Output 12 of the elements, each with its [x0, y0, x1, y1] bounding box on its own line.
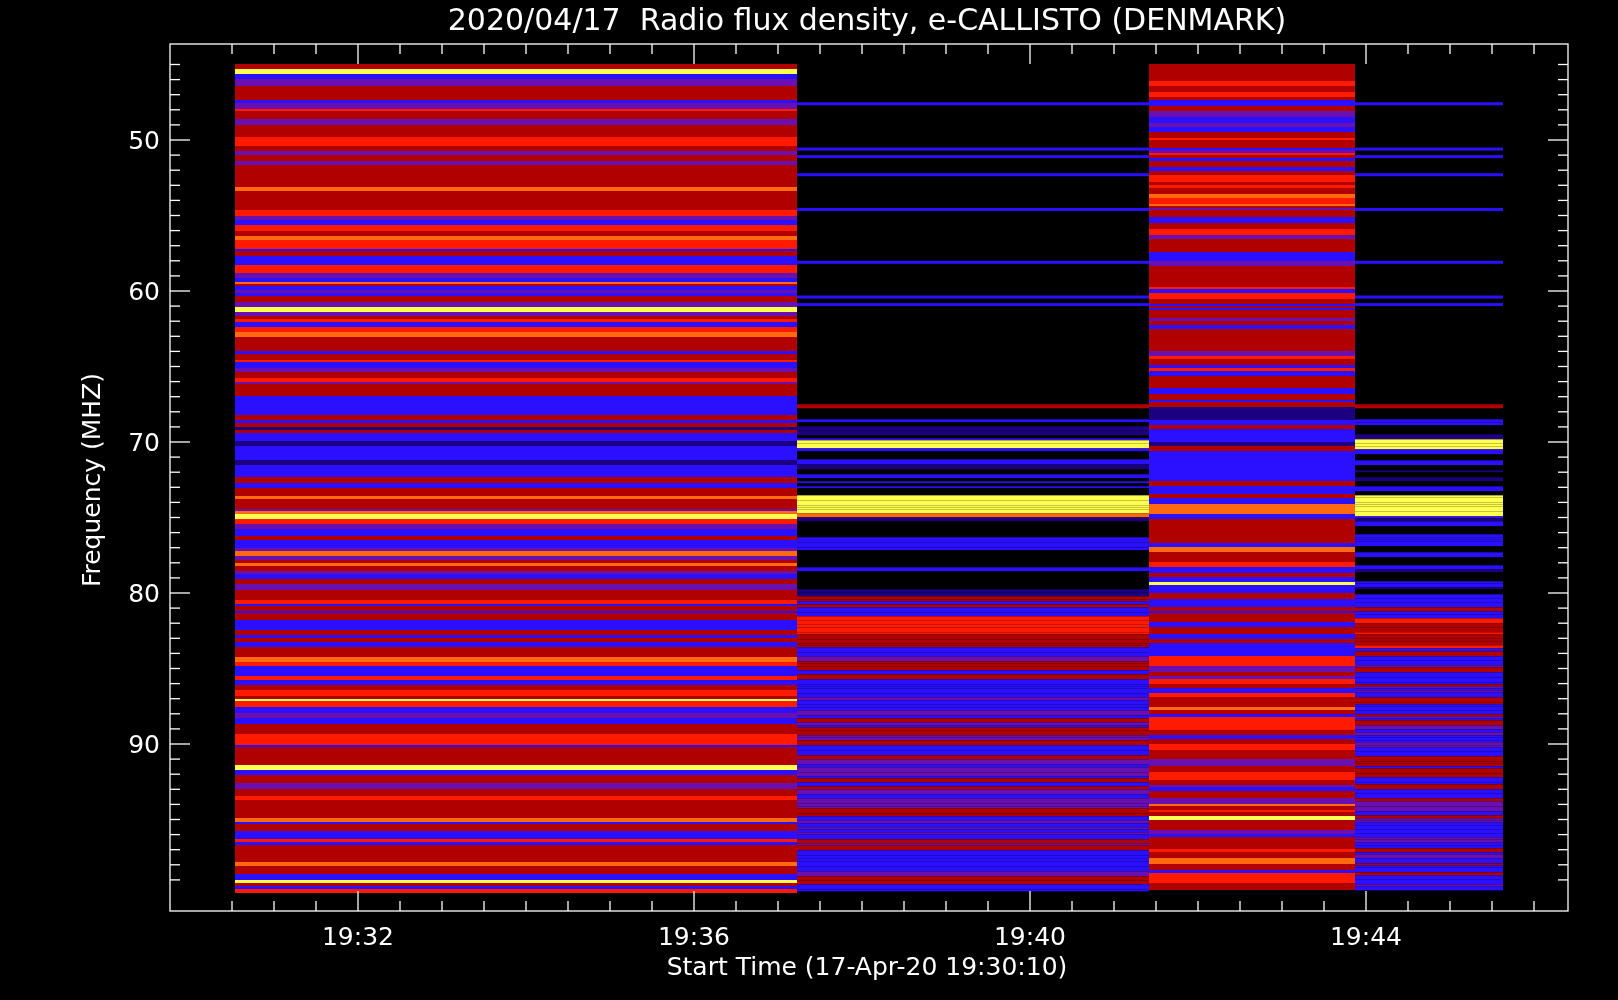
y-axis-title: Frequency (MHZ) — [77, 372, 106, 588]
axis-tick-label: 50 — [128, 126, 160, 155]
axis-tick-label: 80 — [128, 579, 160, 608]
axis-tick-label: 19:40 — [994, 922, 1066, 951]
chart-title: 2020/04/17 Radio flux density, e-CALLISTO (DENMARK) — [447, 2, 1287, 37]
axis-tick-label: 60 — [128, 277, 160, 306]
axis-tick-label: 19:44 — [1330, 922, 1402, 951]
axis-tick-label: 70 — [128, 428, 160, 457]
x-axis-title: Start Time (17-Apr-20 19:30:10) — [666, 952, 1068, 981]
axis-tick-label: 19:32 — [322, 922, 394, 951]
axis-tick-label: 19:36 — [658, 922, 730, 951]
axis-tick-label: 90 — [128, 730, 160, 759]
